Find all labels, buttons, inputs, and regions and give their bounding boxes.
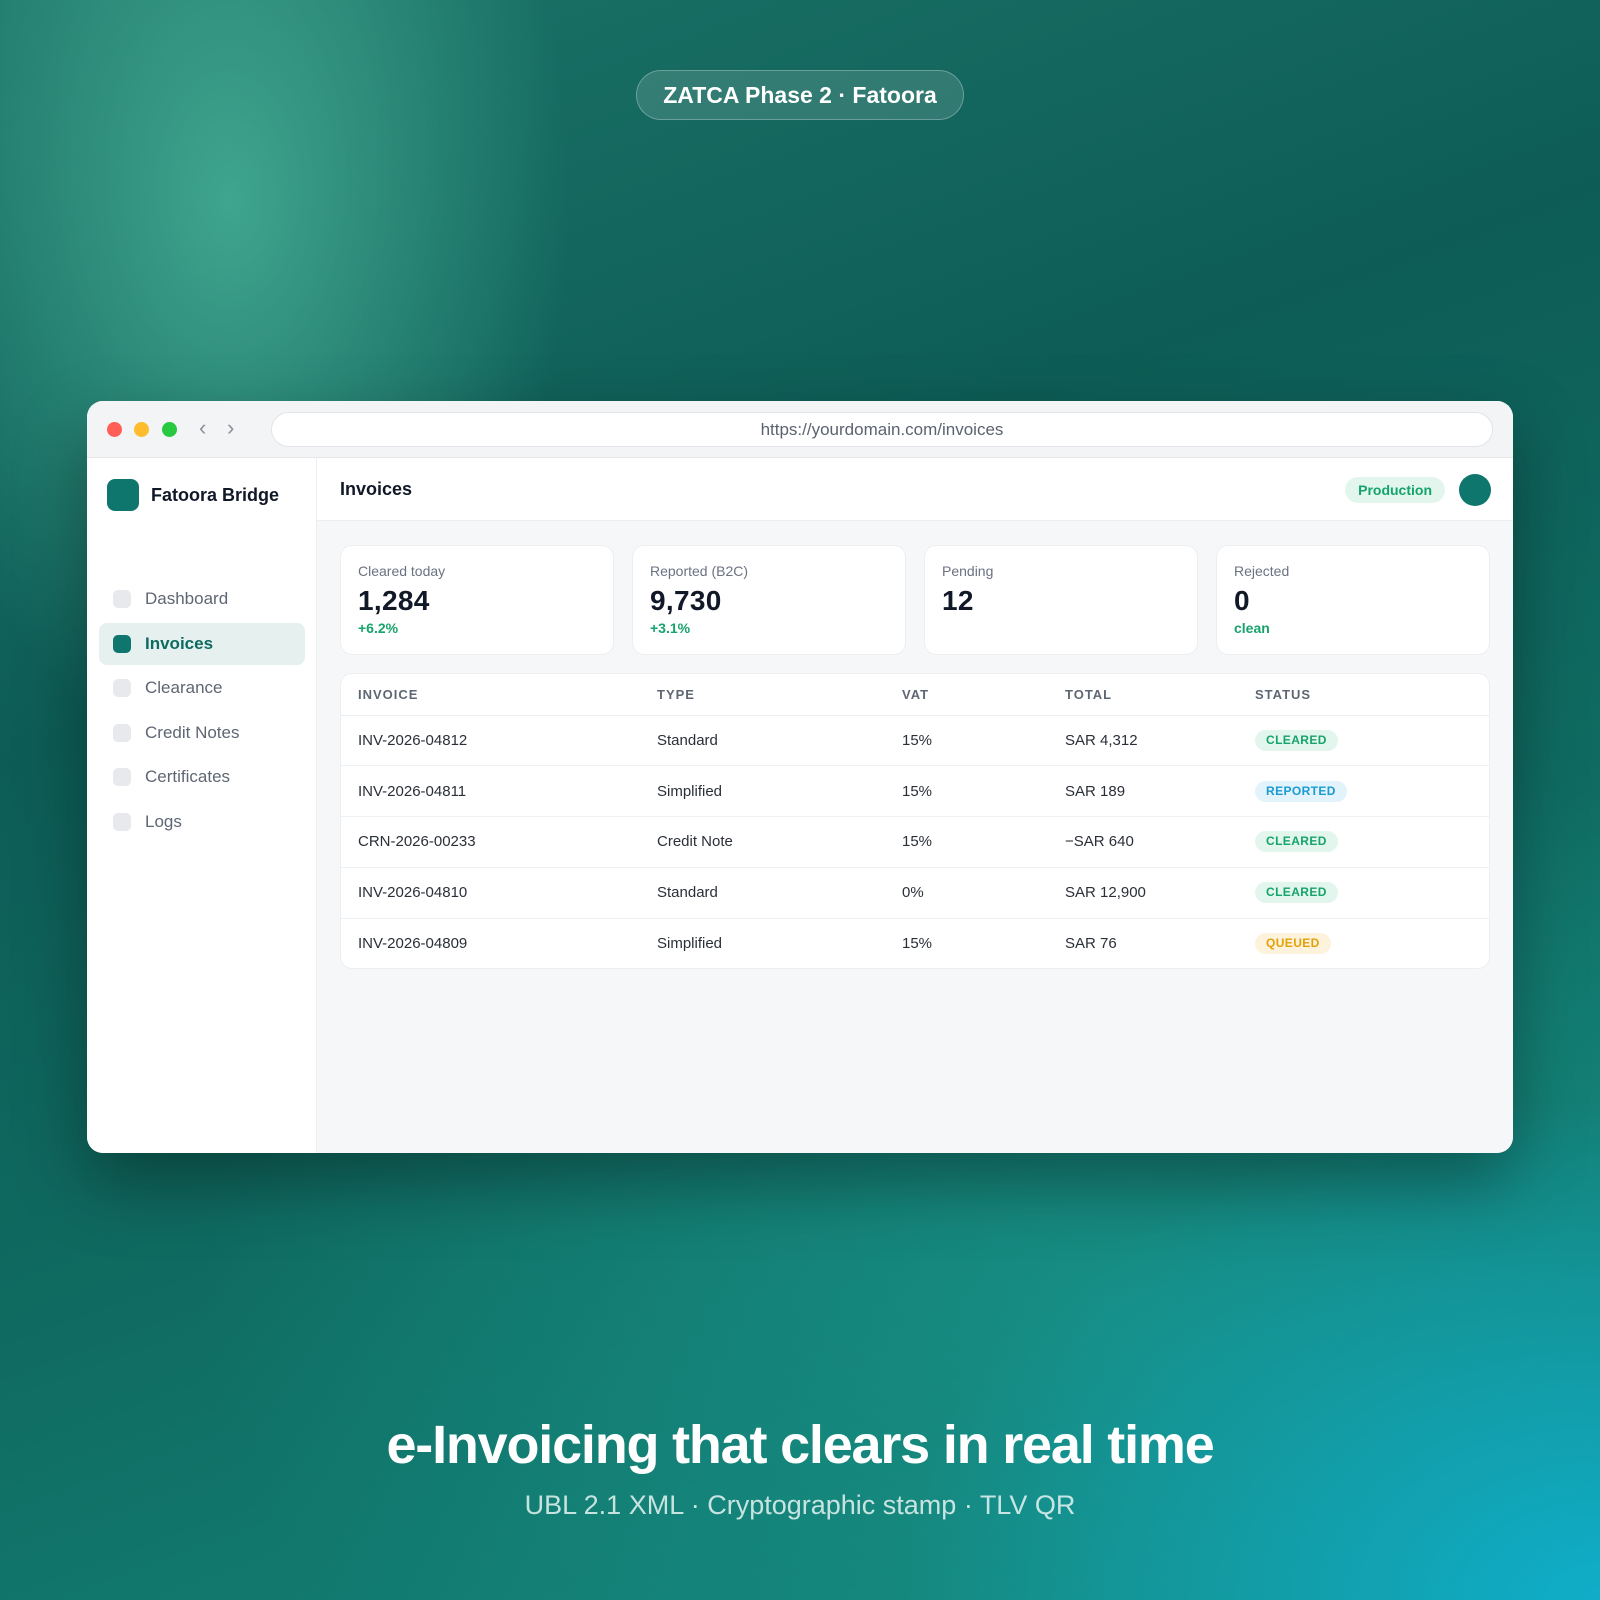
forward-arrow-icon[interactable]: › [227, 415, 234, 441]
sidebar-item-label: Logs [145, 811, 182, 831]
sidebar-item-label: Invoices [145, 633, 214, 653]
browser-titlebar: ‹ › https://yourdomain.com/invoices [87, 401, 1513, 458]
hero-headline: e-Invoicing that clears in real time [386, 1415, 1214, 1475]
stat-delta: +6.2% [358, 620, 399, 636]
column-header-status[interactable]: STATUS [1255, 674, 1489, 716]
sidebar-item-certificates[interactable]: Certificates [99, 756, 305, 798]
stat-value: 9,730 [650, 585, 722, 616]
invoice-number: INV-2026-04810 [341, 867, 657, 919]
sidebar-item-dashboard[interactable]: Dashboard [99, 578, 305, 620]
invoices-table: INVOICE TYPE VAT TOTAL STATUS INV-2026-0… [340, 673, 1490, 969]
browser-window: ‹ › https://yourdomain.com/invoices Fato… [87, 401, 1513, 1153]
invoices-icon [113, 634, 131, 653]
status-badge: CLEARED [1255, 831, 1338, 853]
brand-name: Fatoora Bridge [151, 484, 280, 505]
invoice-total: SAR 4,312 [1065, 715, 1255, 767]
table-row[interactable]: INV-2026-04812 Standard 15% SAR 4,312 CL… [341, 715, 1489, 767]
status-badge: CLEARED [1255, 729, 1338, 751]
invoice-vat: 0% [902, 867, 1065, 919]
column-header-invoice[interactable]: INVOICE [341, 674, 657, 716]
invoice-vat: 15% [902, 935, 933, 953]
invoice-total: SAR 12,900 [1065, 867, 1255, 919]
column-header-total[interactable]: TOTAL [1065, 674, 1255, 716]
hero-subline: UBL 2.1 XML · Cryptographic stamp · TLV … [524, 1490, 1076, 1520]
status-cell: QUEUED [1255, 918, 1489, 968]
status-cell: REPORTED [1255, 765, 1489, 818]
stat-card-pending: Pending 12 [924, 545, 1198, 655]
status-badge: QUEUED [1255, 933, 1331, 955]
zatca-badge: ZATCA Phase 2 · Fatoora [636, 70, 964, 120]
table-row[interactable]: CRN-2026-00233 Credit Note 15% −SAR 640 … [341, 816, 1489, 868]
stat-value: 12 [942, 585, 974, 616]
table-header-row: INVOICE TYPE VAT TOTAL STATUS [341, 674, 1489, 716]
minimize-window-button[interactable] [134, 422, 149, 437]
stat-value: 0 [1234, 585, 1250, 616]
logs-icon [113, 812, 131, 831]
stat-label: Reported (B2C) [650, 563, 749, 579]
certificates-icon [113, 768, 131, 787]
invoice-total: SAR 189 [1065, 765, 1255, 818]
stat-label: Pending [942, 563, 994, 579]
invoice-vat: 15% [902, 816, 1065, 868]
clearance-icon [113, 679, 131, 698]
invoice-number: INV-2026-04811 [341, 765, 657, 818]
brand-logo-icon [107, 479, 139, 511]
status-badge: CLEARED [1255, 882, 1338, 904]
invoice-number: INV-2026-04809 [358, 935, 468, 953]
sidebar-item-label: Clearance [145, 678, 223, 698]
stats-row: Cleared today 1,284 +6.2% Reported (B2C)… [340, 545, 1490, 655]
invoice-vat: 15% [902, 715, 1065, 767]
credit-notes-icon [113, 723, 131, 742]
status-cell: CLEARED [1255, 715, 1489, 767]
address-bar[interactable]: https://yourdomain.com/invoices [271, 412, 1493, 447]
page-title: Invoices [340, 479, 413, 499]
column-header-vat[interactable]: VAT [902, 674, 1065, 716]
column-header-type[interactable]: TYPE [657, 674, 902, 716]
environment-badge[interactable]: Production [1345, 477, 1445, 503]
maximize-window-button[interactable] [162, 422, 177, 437]
stat-card-reported: Reported (B2C) 9,730 +3.1% [632, 545, 906, 655]
stat-label: Rejected [1234, 563, 1290, 579]
status-cell: CLEARED [1255, 816, 1489, 868]
table-row[interactable]: INV-2026-04810 Standard 0% SAR 12,900 CL… [341, 867, 1489, 919]
invoice-number: INV-2026-04812 [341, 715, 657, 767]
invoice-type: Standard [657, 715, 902, 767]
invoice-type: Simplified [657, 765, 902, 818]
invoice-vat: 15% [902, 765, 1065, 818]
main-content: Invoices Production Cleared today 1,284 … [317, 458, 1513, 1153]
invoice-total: −SAR 640 [1065, 816, 1255, 868]
sidebar-item-logs[interactable]: Logs [99, 801, 305, 843]
sidebar-item-label: Certificates [145, 767, 231, 787]
status-badge: REPORTED [1255, 780, 1347, 802]
sidebar-item-label: Dashboard [145, 589, 229, 608]
back-arrow-icon[interactable]: ‹ [199, 415, 206, 441]
stat-delta: clean [1234, 620, 1270, 636]
stat-value: 1,284 [358, 585, 430, 616]
user-avatar[interactable] [1459, 474, 1491, 506]
page-header: Invoices Production [317, 458, 1513, 521]
sidebar-item-clearance[interactable]: Clearance [99, 667, 305, 709]
sidebar-item-invoices[interactable]: Invoices [99, 622, 305, 665]
stat-card-cleared-today: Cleared today 1,284 +6.2% [340, 545, 614, 655]
invoice-number: CRN-2026-00233 [341, 816, 657, 868]
stat-card-rejected: Rejected 0 clean [1216, 545, 1490, 655]
stat-delta: +3.1% [650, 620, 691, 636]
invoice-total: SAR 76 [1065, 935, 1117, 953]
invoice-type: Standard [657, 867, 902, 919]
dashboard-icon [113, 590, 131, 608]
status-cell: CLEARED [1255, 867, 1489, 919]
close-window-button[interactable] [107, 422, 122, 437]
app-shell: Fatoora Bridge Dashboard Invoices Cleara… [87, 458, 1513, 1153]
sidebar-nav: Dashboard Invoices Clearance Credit Note… [99, 578, 305, 846]
sidebar-item-credit-notes[interactable]: Credit Notes [99, 712, 305, 754]
table-row[interactable]: INV-2026-04809 Simplified 15% SAR 76 QUE… [341, 918, 1489, 968]
brand[interactable]: Fatoora Bridge [107, 479, 279, 511]
invoice-type: Credit Note [657, 816, 902, 868]
sidebar: Fatoora Bridge Dashboard Invoices Cleara… [87, 458, 317, 1153]
table-row[interactable]: INV-2026-04811 Simplified 15% SAR 189 RE… [341, 765, 1489, 818]
invoice-type: Simplified [657, 935, 723, 953]
stat-label: Cleared today [358, 563, 446, 579]
sidebar-item-label: Credit Notes [145, 722, 240, 742]
